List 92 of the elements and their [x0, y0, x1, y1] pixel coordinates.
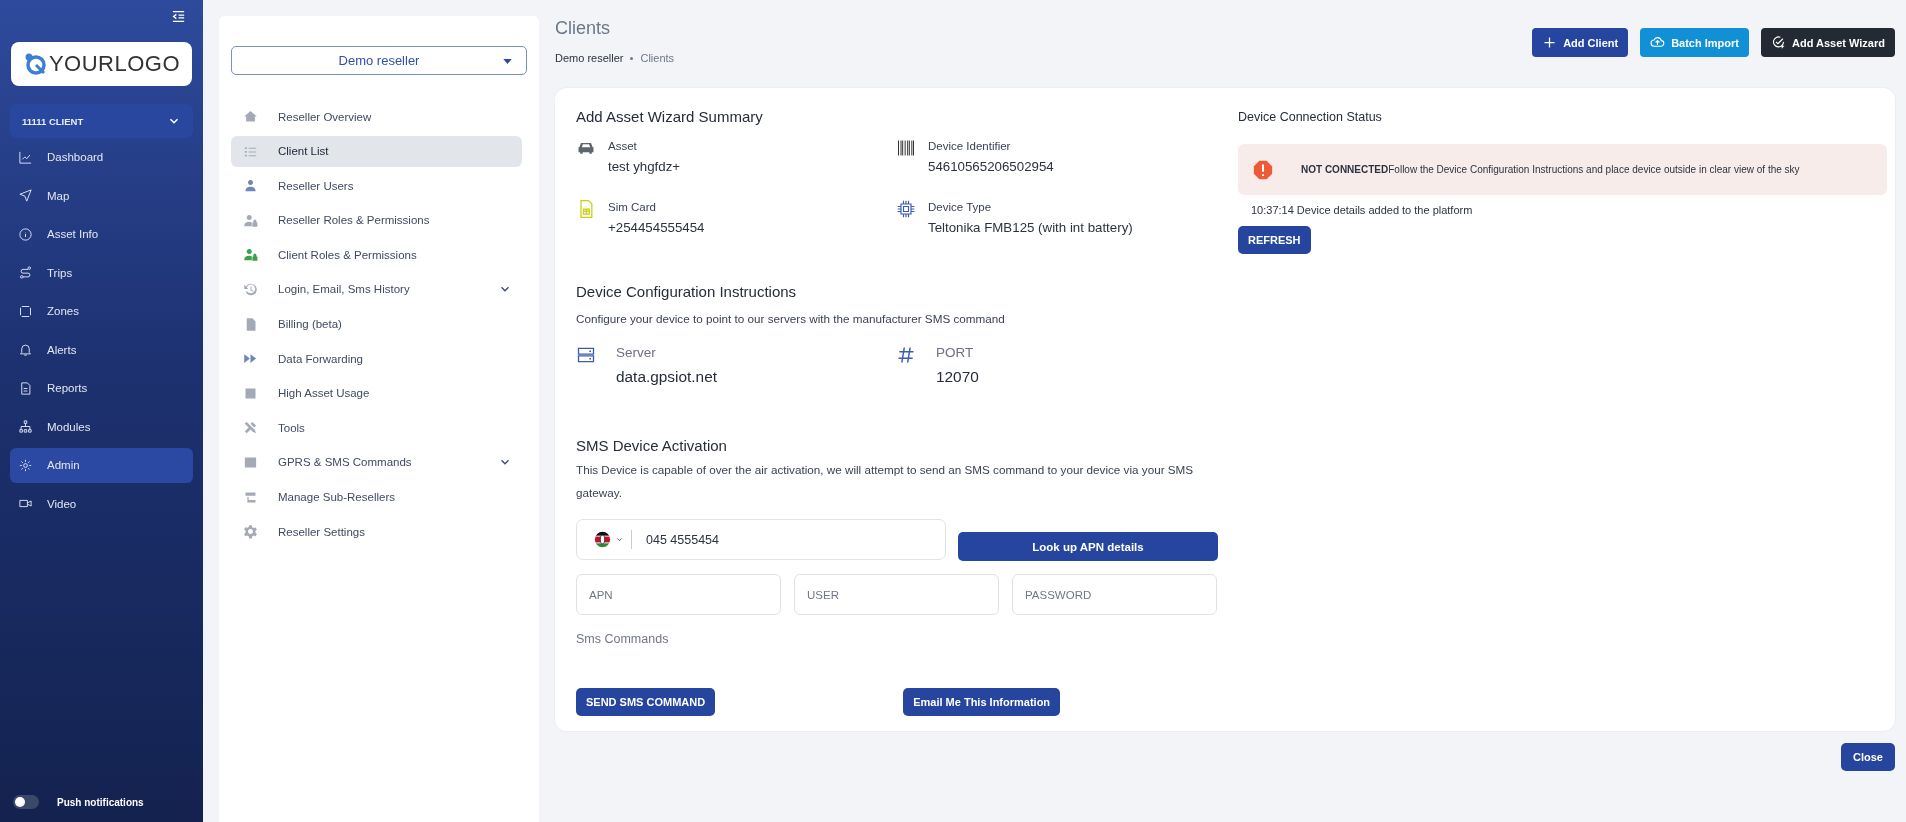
sidebar-item[interactable]: Video [10, 486, 193, 521]
cloud-upload-icon [1650, 35, 1666, 50]
chevron-down-icon [615, 535, 624, 544]
barcode-icon [896, 138, 916, 158]
chart-icon [18, 149, 33, 165]
push-toggle[interactable] [13, 795, 39, 809]
alert-message: NOT CONNECTEDFollow the Device Configuration Instructions and place device outside in clear view of the sky [1301, 164, 1800, 175]
field-label: Device Type [928, 201, 993, 213]
flag-icon [594, 531, 611, 548]
reseller-nav-item[interactable]: Reseller Users [231, 170, 522, 202]
zone-frame-icon [18, 303, 33, 319]
reseller-nav-item[interactable]: Reseller Roles & Permissions [231, 204, 522, 236]
phone-number-input[interactable]: 045 4555454 [644, 531, 898, 548]
field-label: Sim Card [608, 201, 657, 213]
chip-icon [896, 199, 916, 219]
sidebar-item[interactable]: Alerts [10, 332, 193, 367]
sidebar-item[interactable]: Modules [10, 409, 193, 444]
reseller-nav-item[interactable]: Data Forwarding [231, 343, 522, 375]
reseller-nav-item[interactable]: Billing (beta) [231, 308, 522, 340]
route-icon [18, 265, 33, 281]
reseller-nav-item[interactable]: Reseller Settings [231, 516, 522, 548]
field-value: data.gpsiot.net [616, 368, 717, 386]
reseller-nav-item[interactable]: Manage Sub-Resellers [231, 481, 522, 513]
reseller-nav-item[interactable]: GPRS & SMS Commands [231, 446, 522, 478]
info-icon [18, 226, 33, 242]
page-title: Clients [555, 18, 612, 39]
reseller-selector[interactable]: Demo reseller [231, 46, 527, 75]
section-description: Configure your device to point to our servers with the manufacturer SMS command [576, 312, 1006, 325]
sidebar-item[interactable]: Zones [10, 294, 193, 329]
client-selector[interactable]: 11111 CLIENT [10, 104, 193, 138]
document-icon [18, 380, 33, 396]
section-title: Add Asset Wizard Summary [576, 108, 764, 125]
sidebar-item[interactable]: Admin [10, 448, 193, 483]
user-icon [243, 178, 258, 194]
email-info-button[interactable]: Email Me This Information [903, 688, 1061, 716]
push-notifications-label: Push notifications [57, 796, 144, 808]
home-icon [243, 109, 258, 124]
reseller-nav-item[interactable]: Client List [231, 135, 522, 167]
breadcrumb-link[interactable]: Demo reseller [555, 52, 624, 64]
reseller-nav-item[interactable]: Tools [231, 412, 522, 444]
tools-icon [243, 420, 258, 436]
section-title: Device Connection Status [1238, 110, 1383, 124]
reseller-nav-item[interactable]: Login, Email, Sms History [231, 273, 522, 305]
section-description: This Device is capable of over the air activation, we will attempt to send an SMS command to your device via your SMS gateway. [576, 462, 1195, 501]
sidebar-item[interactable]: Map [10, 178, 193, 213]
user-lock-icon [243, 247, 258, 263]
header-button[interactable]: Batch Import [1640, 28, 1749, 57]
sitemap-icon [18, 419, 33, 435]
user-lock-icon [243, 212, 258, 228]
sidebar-item[interactable]: Reports [10, 371, 193, 406]
input-field[interactable]: PASSWORD [1012, 574, 1217, 615]
field-label: Asset [608, 140, 638, 152]
field-value: 12070 [936, 368, 979, 386]
phone-field[interactable]: 045 4555454 [576, 519, 946, 560]
status-log-entry: 10:37:14 Device details added to the platform [1251, 204, 1474, 216]
hash-icon [896, 345, 916, 365]
caret-icon [503, 59, 512, 64]
reseller-nav-item[interactable]: High Asset Usage [231, 377, 522, 409]
logo-text: YOURLOGO [48, 51, 181, 77]
lookup-apn-button[interactable]: Look up APN details [958, 532, 1218, 561]
field-label: PORT [936, 345, 975, 360]
sms-commands-label: Sms Commands [576, 632, 670, 646]
send-sms-button[interactable]: SEND SMS COMMAND [576, 688, 716, 716]
plus-icon [1542, 35, 1558, 50]
server-icon [576, 345, 596, 365]
section-title: SMS Device Activation [576, 437, 728, 454]
breadcrumb-link[interactable]: Clients [640, 52, 675, 64]
warning-icon [1252, 158, 1274, 181]
breadcrumb-separator [630, 56, 634, 60]
reseller-nav-item[interactable]: Client Roles & Permissions [231, 239, 522, 271]
refresh-button[interactable]: REFRESH [1238, 226, 1311, 254]
field-value: +254454555454 [608, 220, 705, 235]
menu-collapse-icon[interactable] [170, 8, 187, 25]
bell-icon [18, 342, 33, 358]
input-field[interactable]: APN [576, 574, 781, 615]
close-button[interactable]: Close [1841, 743, 1895, 771]
navigation-arrow-icon [18, 188, 33, 204]
sidebar-item[interactable]: Trips [10, 255, 193, 290]
reseller-nav-item[interactable]: Reseller Overview [231, 101, 522, 132]
sidebar-item[interactable]: Dashboard [10, 140, 193, 175]
field-label: Server [616, 345, 657, 360]
sidebar-item[interactable]: Asset Info [10, 217, 193, 252]
field-label: Device Identifier [928, 140, 1012, 152]
field-value: Teltonika FMB125 (with int battery) [928, 220, 1133, 235]
header-button[interactable]: Add Asset Wizard [1761, 28, 1895, 57]
wizard-check-icon [1771, 35, 1786, 50]
input-field[interactable]: USER [794, 574, 999, 615]
history-icon [243, 281, 258, 297]
section-title: Device Configuration Instructions [576, 283, 798, 300]
field-value: 54610565206502954 [928, 159, 1054, 174]
header-button[interactable]: Add Client [1532, 28, 1629, 57]
field-value: test yhgfdz+ [608, 159, 681, 174]
